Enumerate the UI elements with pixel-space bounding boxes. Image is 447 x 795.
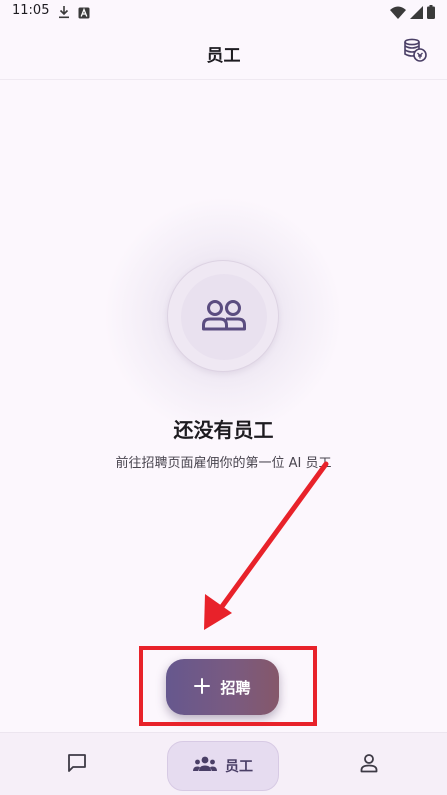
coins-button[interactable] [401,38,429,66]
status-right-icons [390,4,435,23]
chat-icon [66,752,88,778]
page-title: 员工 [206,46,241,66]
wifi-icon [390,4,406,23]
nav-item-staff-label: 员工 [225,759,253,775]
empty-state-title: 还没有员工 [173,418,274,442]
status-bar: 11:05 [0,0,447,24]
status-left-icons [58,4,90,23]
empty-state-icon-holder [181,274,267,360]
a-badge-icon [78,4,90,23]
app-bar: 员工 [0,24,447,80]
status-time: 11:05 [12,3,50,18]
nav-item-profile[interactable] [332,733,406,795]
bottom-nav: 员工 [0,732,447,795]
coins-icon [402,37,428,67]
signal-icon [410,4,423,23]
empty-state-subtitle: 前往招聘页面雇佣你的第一位 AI 员工 [115,456,332,471]
team-icon [193,756,217,776]
nav-item-chat[interactable] [40,733,114,795]
annotation-highlight-box [139,646,317,726]
download-icon [58,4,70,23]
empty-state-illustration [167,260,279,372]
person-icon [359,753,379,777]
employees-screen: 11:05 员工 还没有员工 前往招聘页面雇佣你的第一位 AI 员工 招聘 员工 [0,0,447,795]
people-icon [201,299,247,335]
battery-icon [427,4,435,23]
nav-item-staff[interactable]: 员工 [167,741,279,791]
